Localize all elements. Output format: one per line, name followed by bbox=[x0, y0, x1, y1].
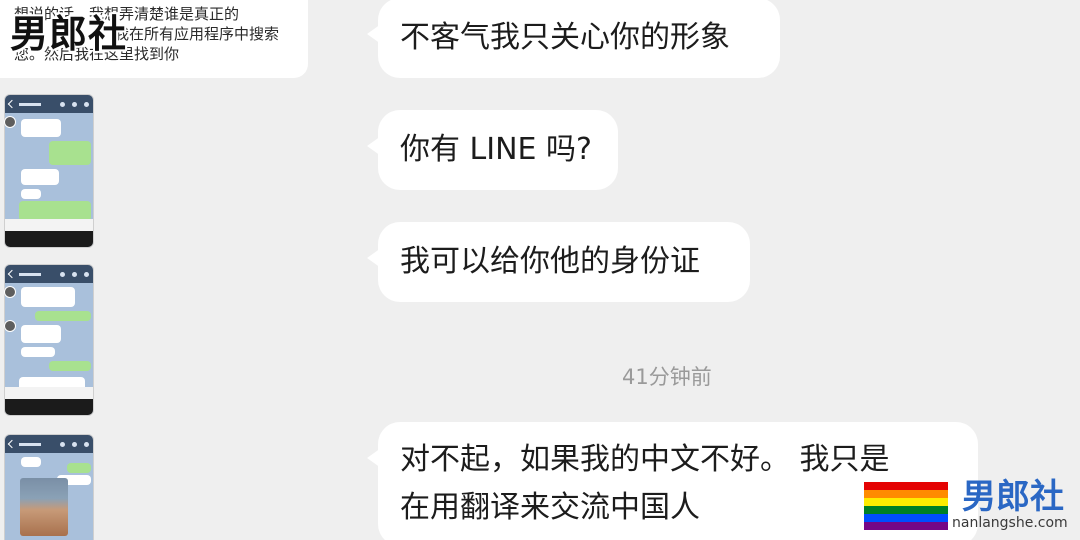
message-text: 不客气我只关心你的形象 bbox=[400, 20, 730, 55]
thumbnail-header bbox=[5, 435, 93, 453]
android-nav-bar bbox=[5, 399, 93, 415]
flag-stripe bbox=[864, 506, 948, 514]
menu-icon bbox=[84, 441, 89, 447]
back-arrow-icon bbox=[7, 439, 17, 449]
watermark-brand-name: 男郎社 bbox=[962, 477, 1064, 517]
watermark-url: nanlangshe.com bbox=[952, 515, 1068, 531]
phone-icon bbox=[72, 101, 77, 107]
back-arrow-icon bbox=[7, 269, 17, 279]
flag-stripe bbox=[864, 482, 948, 490]
message-timestamp: 41分钟前 bbox=[622, 365, 712, 389]
flag-stripe bbox=[864, 498, 948, 506]
search-icon bbox=[60, 271, 65, 277]
menu-icon bbox=[84, 271, 89, 277]
flag-stripe bbox=[864, 490, 948, 498]
watermark-badge: 男郎社 nanlangshe.com bbox=[862, 477, 1080, 540]
menu-icon bbox=[84, 101, 89, 107]
phone-icon bbox=[72, 271, 77, 277]
rainbow-flag-icon bbox=[864, 482, 948, 530]
back-arrow-icon bbox=[7, 99, 17, 109]
chat-screenshot-thumbnail-2[interactable] bbox=[4, 264, 94, 416]
avatar bbox=[4, 286, 16, 298]
left-screenshot-panel: 想说的话。我想弄清楚谁是真正的 我在所有应用程序中搜索 您。然后我在这里找到你 … bbox=[0, 0, 320, 540]
thumbnail-header bbox=[5, 95, 93, 113]
message-text-line-1: 对不起，如果我的中文不好。 我只是 bbox=[400, 442, 890, 477]
avatar bbox=[4, 320, 16, 332]
search-icon bbox=[60, 441, 65, 447]
message-bubble-2: 你有 LINE 吗? bbox=[367, 110, 618, 190]
message-text: 你有 LINE 吗? bbox=[400, 132, 592, 167]
message-text: 我可以给你他的身份证 bbox=[400, 244, 700, 279]
avatar bbox=[4, 116, 16, 128]
shared-photo-thumbnail[interactable] bbox=[20, 478, 68, 536]
message-bubble-3: 我可以给你他的身份证 bbox=[367, 222, 750, 302]
flag-stripe bbox=[864, 514, 948, 522]
thumbnail-header bbox=[5, 265, 93, 283]
watermark-logo-top-left: 男郎社 bbox=[10, 12, 128, 56]
chat-screenshot-thumbnail-1[interactable] bbox=[4, 94, 94, 248]
android-nav-bar bbox=[5, 231, 93, 247]
message-bubble-1: 不客气我只关心你的形象 bbox=[367, 0, 780, 78]
flag-stripe bbox=[864, 522, 948, 530]
search-icon bbox=[60, 101, 65, 107]
phone-icon bbox=[72, 441, 77, 447]
